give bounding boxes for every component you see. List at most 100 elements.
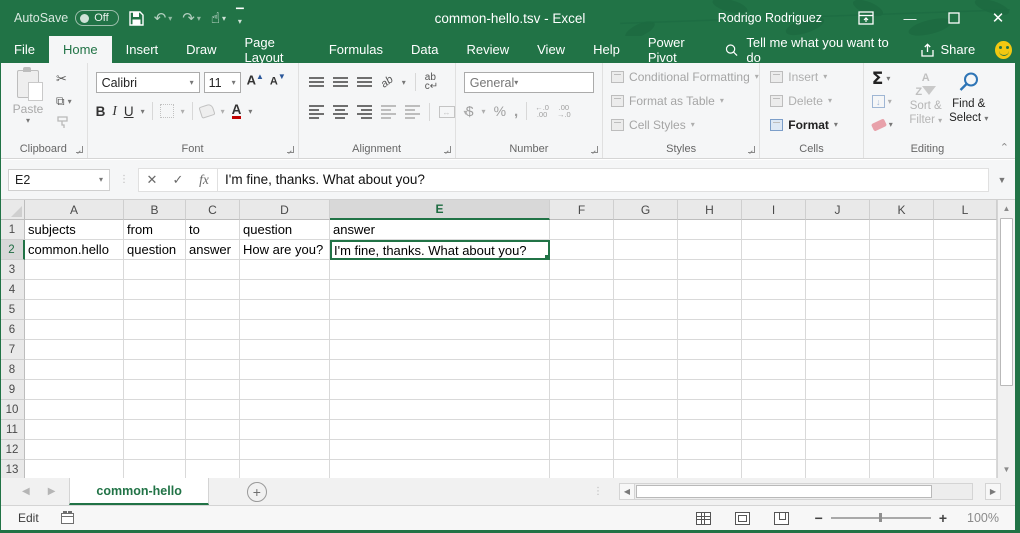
copy-dropdown-icon[interactable]: ▾ — [68, 97, 72, 106]
currency-dropdown-icon[interactable]: ▾ — [482, 107, 486, 116]
undo-button[interactable]: ↶▾ — [154, 9, 173, 27]
scroll-up-icon[interactable]: ▲ — [998, 200, 1015, 217]
cell-F12[interactable] — [550, 440, 614, 460]
cell-B13[interactable] — [124, 460, 186, 478]
cell-G7[interactable] — [614, 340, 678, 360]
cell-I12[interactable] — [742, 440, 806, 460]
cell-E9[interactable] — [330, 380, 550, 400]
cell-E5[interactable] — [330, 300, 550, 320]
paste-dropdown-icon[interactable]: ▾ — [26, 116, 30, 125]
select-all-corner[interactable] — [0, 200, 25, 220]
row-header-11[interactable]: 11 — [0, 420, 25, 440]
cell-A4[interactable] — [25, 280, 124, 300]
cell-L1[interactable] — [934, 220, 997, 240]
cell-H7[interactable] — [678, 340, 742, 360]
cell-D4[interactable] — [240, 280, 330, 300]
cell-I13[interactable] — [742, 460, 806, 478]
cell-C4[interactable] — [186, 280, 240, 300]
cell-G13[interactable] — [614, 460, 678, 478]
cell-D12[interactable] — [240, 440, 330, 460]
row-header-4[interactable]: 4 — [0, 280, 25, 300]
cell-L7[interactable] — [934, 340, 997, 360]
cell-D13[interactable] — [240, 460, 330, 478]
next-sheet-icon[interactable]: ▶ — [48, 486, 56, 497]
normal-view-button[interactable] — [696, 512, 711, 525]
cell-E1[interactable]: answer — [330, 220, 550, 240]
column-header-F[interactable]: F — [550, 200, 614, 220]
italic-button[interactable]: I — [112, 103, 117, 119]
column-header-J[interactable]: J — [806, 200, 870, 220]
cell-D9[interactable] — [240, 380, 330, 400]
name-box[interactable]: E2 ▾ — [8, 169, 110, 191]
cell-D10[interactable] — [240, 400, 330, 420]
cell-H1[interactable] — [678, 220, 742, 240]
font-name-select[interactable]: Calibri ▾ — [96, 72, 200, 93]
cell-F7[interactable] — [550, 340, 614, 360]
scroll-right-icon[interactable]: ▶ — [985, 483, 1001, 500]
number-dialog-launcher[interactable] — [591, 146, 598, 153]
tab-formulas[interactable]: Formulas — [315, 36, 397, 63]
column-header-L[interactable]: L — [934, 200, 997, 220]
cell-G8[interactable] — [614, 360, 678, 380]
cell-styles-button[interactable]: Cell Styles ▾ — [611, 114, 759, 135]
minimize-button[interactable]: — — [888, 0, 932, 36]
zoom-slider-thumb[interactable] — [879, 513, 882, 522]
cell-I11[interactable] — [742, 420, 806, 440]
format-painter-button[interactable] — [56, 116, 72, 129]
cell-B3[interactable] — [124, 260, 186, 280]
row-header-12[interactable]: 12 — [0, 440, 25, 460]
underline-dropdown-icon[interactable]: ▾ — [141, 107, 145, 116]
font-color-button[interactable]: A — [232, 103, 242, 119]
fill-color-dropdown-icon[interactable]: ▾ — [221, 107, 225, 116]
row-header-5[interactable]: 5 — [0, 300, 25, 320]
redo-button[interactable]: ↷▾ — [182, 9, 201, 27]
cell-A13[interactable] — [25, 460, 124, 478]
cell-K9[interactable] — [870, 380, 934, 400]
column-header-H[interactable]: H — [678, 200, 742, 220]
align-left-button[interactable] — [309, 105, 324, 119]
cell-B1[interactable]: from — [124, 220, 186, 240]
cell-C11[interactable] — [186, 420, 240, 440]
row-header-8[interactable]: 8 — [0, 360, 25, 380]
cell-C9[interactable] — [186, 380, 240, 400]
row-header-3[interactable]: 3 — [0, 260, 25, 280]
cell-I7[interactable] — [742, 340, 806, 360]
clipboard-dialog-launcher[interactable] — [76, 146, 83, 153]
align-right-button[interactable] — [357, 105, 372, 119]
paste-button[interactable]: Paste ▾ — [6, 70, 50, 136]
cell-C6[interactable] — [186, 320, 240, 340]
clear-button[interactable]: ▾ — [872, 115, 893, 134]
cell-I6[interactable] — [742, 320, 806, 340]
cell-C2[interactable]: answer — [186, 240, 240, 260]
page-layout-view-button[interactable] — [735, 512, 750, 525]
cell-J7[interactable] — [806, 340, 870, 360]
cell-A7[interactable] — [25, 340, 124, 360]
cell-L2[interactable] — [934, 240, 997, 260]
cell-G1[interactable] — [614, 220, 678, 240]
cell-G6[interactable] — [614, 320, 678, 340]
tab-view[interactable]: View — [523, 36, 579, 63]
cell-H2[interactable] — [678, 240, 742, 260]
cell-F4[interactable] — [550, 280, 614, 300]
feedback-smiley-icon[interactable] — [995, 41, 1012, 59]
find-select-button[interactable]: Find & Select ▾ — [948, 71, 990, 126]
font-dialog-launcher[interactable] — [287, 146, 294, 153]
decrease-decimal-button[interactable]: .00→.0 — [557, 104, 571, 118]
tab-home[interactable]: Home — [49, 36, 112, 63]
cell-F13[interactable] — [550, 460, 614, 478]
increase-indent-button[interactable] — [405, 105, 420, 119]
column-header-G[interactable]: G — [614, 200, 678, 220]
cell-E12[interactable] — [330, 440, 550, 460]
cell-D11[interactable] — [240, 420, 330, 440]
cell-F6[interactable] — [550, 320, 614, 340]
fill-dropdown-icon[interactable]: ▾ — [888, 97, 892, 106]
column-header-A[interactable]: A — [25, 200, 124, 220]
cell-F3[interactable] — [550, 260, 614, 280]
number-format-select[interactable]: General ▾ — [464, 72, 594, 93]
font-color-dropdown-icon[interactable]: ▾ — [248, 107, 252, 116]
cell-E7[interactable] — [330, 340, 550, 360]
tab-data[interactable]: Data — [397, 36, 452, 63]
vertical-scrollbar[interactable]: ▲ ▼ — [997, 200, 1015, 478]
insert-function-button[interactable]: fx — [191, 172, 217, 188]
cell-J8[interactable] — [806, 360, 870, 380]
